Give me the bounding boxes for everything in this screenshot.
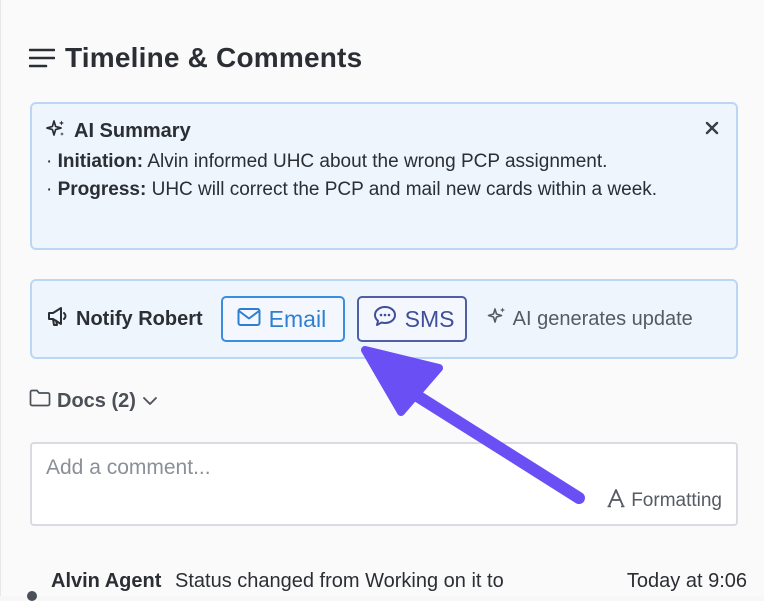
comment-box: Formatting [30, 442, 738, 526]
list-icon [29, 47, 55, 69]
summary-item-text: UHC will correct the PCP and mail new ca… [146, 179, 658, 200]
sparkle-icon [487, 306, 507, 332]
summary-item-label: Progress: [57, 179, 147, 200]
entry-message: Status changed from Working on it to [175, 570, 504, 592]
summary-item-label: Initiation: [57, 151, 144, 172]
ai-summary-body: · Initiation: Alvin informed UHC about t… [46, 148, 722, 204]
page-title: Timeline & Comments [65, 42, 363, 73]
folder-icon [29, 389, 51, 413]
mail-icon [237, 306, 261, 333]
megaphone-icon [46, 305, 70, 333]
email-button[interactable]: Email [220, 296, 345, 342]
chevron-down-icon [142, 390, 158, 413]
summary-item: · Initiation: Alvin informed UHC about t… [46, 151, 608, 172]
summary-item: · Progress: UHC will correct the PCP and… [46, 179, 658, 200]
notify-label: Notify Robert [46, 305, 203, 333]
chat-icon [373, 305, 397, 333]
ai-generate-update-button[interactable]: AI generates update [487, 306, 693, 332]
entry-time: Today at 9:06 [626, 570, 747, 592]
docs-label: Docs (2) [57, 389, 136, 412]
notify-bar: Notify Robert Email SMS AI generates upd… [30, 279, 738, 359]
summary-item-text: Alvin informed UHC about the wrong PCP a… [143, 151, 608, 172]
page-header: Timeline & Comments [29, 40, 362, 76]
entry-author[interactable]: Alvin Agent [51, 570, 161, 593]
close-icon[interactable] [702, 118, 722, 138]
notify-label-text: Notify Robert [76, 307, 203, 330]
email-button-label: Email [268, 305, 327, 332]
docs-toggle[interactable]: Docs (2) [29, 388, 158, 414]
sparkle-icon [46, 119, 66, 144]
ai-summary-header: AI Summary [46, 118, 722, 144]
text-format-icon [607, 488, 625, 514]
formatting-label: Formatting [631, 490, 722, 511]
timeline-panel: Timeline & Comments AI Summary · Initiat… [0, 0, 764, 601]
ai-summary-title: AI Summary [74, 119, 191, 142]
timeline-bullet [27, 591, 37, 601]
timeline-entry: Alvin Agent Status changed from Working … [27, 566, 747, 601]
formatting-button[interactable]: Formatting [607, 488, 722, 514]
ai-summary-card: AI Summary · Initiation: Alvin informed … [30, 102, 738, 250]
ai-generate-update-label: AI generates update [512, 307, 693, 330]
sms-button[interactable]: SMS [356, 296, 467, 342]
sms-button-label: SMS [404, 305, 455, 332]
